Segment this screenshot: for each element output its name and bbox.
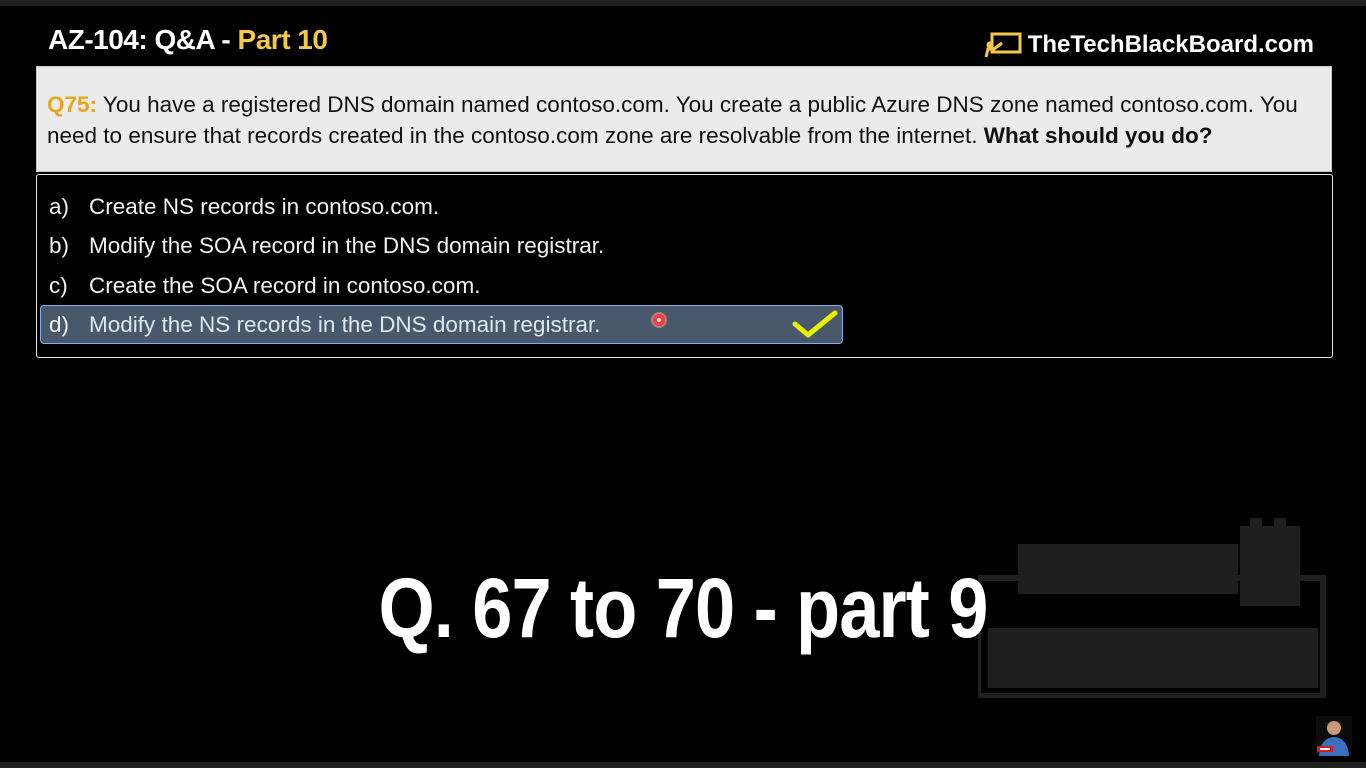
option-letter: a) [49, 194, 70, 219]
answer-options: a) Create NS records in contoso.com. b) … [36, 174, 1333, 358]
question-ask: What should you do? [983, 123, 1213, 148]
next-part-overlay: Q. 67 to 70 - part 9 [378, 561, 988, 655]
option-b[interactable]: b) Modify the SOA record in the DNS doma… [40, 227, 842, 265]
option-text: Create the SOA record in contoso.com. [89, 273, 481, 298]
question-box: Q75: You have a registered DNS domain na… [36, 66, 1332, 172]
bottom-edge-bar [0, 762, 1366, 768]
title-course: AZ-104: Q&A [48, 24, 215, 55]
brand-name: TheTechBlackBoard.com [1027, 31, 1314, 58]
option-letter: c) [49, 273, 68, 298]
option-c[interactable]: c) Create the SOA record in contoso.com. [40, 267, 842, 305]
brand: TheTechBlackBoard.com [984, 30, 1314, 60]
option-text: Create NS records in contoso.com. [89, 194, 440, 219]
top-edge-bar [0, 0, 1366, 6]
option-text: Modify the NS records in the DNS domain … [89, 311, 601, 337]
option-d-correct[interactable]: d) Modify the NS records in the DNS doma… [40, 305, 843, 344]
page-title: AZ-104: Q&A - Part 10 [48, 24, 328, 56]
cursor-dot-icon [653, 314, 665, 326]
brand-logo-icon [984, 32, 1022, 58]
checkmark-icon [792, 310, 838, 338]
option-letter: d) [49, 311, 70, 337]
title-part: Part 10 [237, 24, 328, 55]
question-number: Q75: [47, 92, 98, 117]
option-letter: b) [49, 233, 70, 258]
title-separator: - [214, 24, 238, 55]
presenter-avatar [1316, 716, 1352, 756]
option-a[interactable]: a) Create NS records in contoso.com. [40, 188, 842, 226]
option-text: Modify the SOA record in the DNS domain … [89, 233, 605, 258]
